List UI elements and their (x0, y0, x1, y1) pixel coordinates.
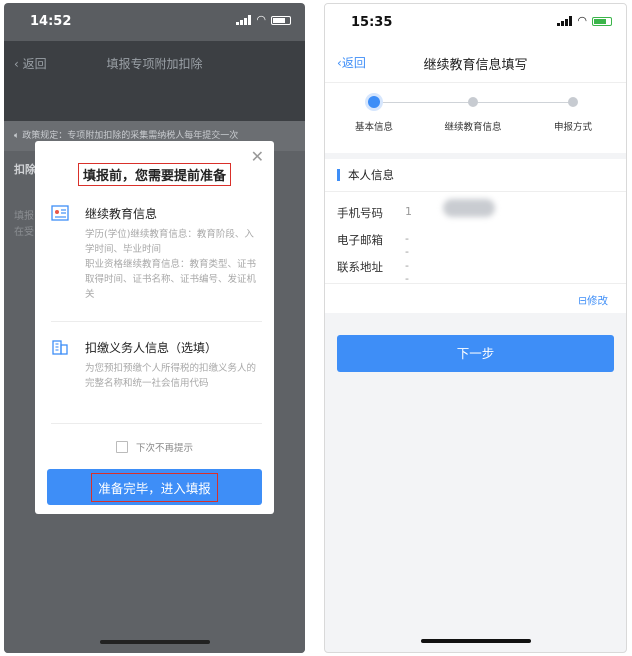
dialog-heading: 填报前，您需要提前准备 (35, 163, 274, 186)
edit-icon: ⊟ (578, 295, 587, 307)
nav-bar: ‹返回 继续教育信息填写 (325, 42, 626, 82)
status-icons: ◠ (236, 13, 291, 26)
field-value: -- (405, 232, 409, 258)
section-title: 继续教育信息 (85, 207, 158, 221)
step-dot (468, 97, 478, 107)
step-connector (475, 102, 573, 103)
edit-button[interactable]: ⊟修改 (578, 293, 608, 308)
wifi-icon: ◠ (577, 14, 587, 27)
status-time: 14:52 (30, 14, 72, 29)
status-bar: 15:35 ◠ (325, 4, 626, 42)
dimmed-row: 在受 (14, 227, 34, 238)
step-connector (375, 102, 475, 103)
left-phone-screen: 14:52 ◠ ‹ 返回 填报专项附加扣除 🔈︎ 政策规定：专项附加扣除的采集需… (4, 3, 305, 653)
step-dot-active (368, 96, 380, 108)
section-title: 本人信息 (337, 169, 394, 181)
status-bar: 14:52 ◠ (4, 3, 305, 41)
building-icon (52, 340, 68, 355)
field-value: -- (405, 259, 409, 285)
page-title: 继续教育信息填写 (423, 58, 528, 73)
field-value: 1 (405, 205, 412, 218)
dont-show-again-row[interactable]: 下次不再提示 (35, 440, 274, 454)
section-desc: 学历(学位)继续教育信息：教育阶段、入学时间、毕业时间 职业资格继续教育信息：教… (85, 229, 257, 300)
right-phone-screen: 15:35 ◠ ‹返回 继续教育信息填写 基本信息 继续教育信息 申报方式 本人… (324, 3, 627, 653)
divider (51, 321, 262, 322)
home-indicator (420, 639, 531, 643)
battery-icon (592, 16, 612, 26)
section-title: 扣缴义务人信息（选填） (85, 341, 218, 355)
step-label: 继续教育信息 (444, 122, 502, 133)
email-field: 电子邮箱 -- (337, 232, 409, 258)
certificate-icon (51, 205, 69, 221)
progress-steps: 基本信息 继续教育信息 申报方式 (325, 82, 626, 153)
signal-icon (557, 16, 573, 26)
speaker-icon: 🔈︎ (14, 131, 20, 141)
field-label: 电子邮箱 (337, 233, 383, 247)
wifi-icon: ◠ (256, 13, 266, 26)
divider (325, 191, 626, 192)
divider (325, 283, 626, 284)
section-desc: 为您预扣预缴个人所得税的扣缴义务人的完整名称和统一社会信用代码 (85, 363, 257, 389)
start-filling-button[interactable]: 准备完毕，进入填报 (47, 469, 262, 505)
preparation-dialog: ✕ 填报前，您需要提前准备 继续教育信息 学历(学位)继续教育信息：教育阶段、入… (35, 141, 274, 514)
redacted-phone-number (443, 199, 495, 217)
dimmed-row: 填报 (14, 211, 34, 222)
step-dot (568, 97, 578, 107)
checkbox-label: 下次不再提示 (135, 443, 193, 454)
dimmed-row: 扣除 (14, 163, 36, 176)
status-icons: ◠ (557, 14, 612, 27)
signal-icon (236, 15, 252, 25)
field-label: 手机号码 (337, 206, 383, 220)
address-field: 联系地址 -- (337, 259, 409, 285)
next-step-button[interactable]: 下一步 (337, 335, 614, 372)
step-label: 基本信息 (354, 122, 394, 133)
field-label: 联系地址 (337, 260, 383, 274)
dont-show-again-checkbox[interactable] (115, 441, 128, 453)
status-time: 15:35 (351, 15, 393, 30)
dimmed-nav: ‹ 返回 填报专项附加扣除 (14, 47, 295, 77)
phone-field: 手机号码 1 (337, 205, 412, 221)
dimmed-page-title: 填报专项附加扣除 (106, 57, 203, 71)
step-label: 申报方式 (553, 122, 593, 133)
home-indicator (99, 640, 210, 644)
personal-info-card: 本人信息 手机号码 1 电子邮箱 -- 联系地址 -- ⊟修改 (325, 159, 626, 313)
battery-icon (271, 15, 291, 25)
divider (51, 423, 262, 424)
